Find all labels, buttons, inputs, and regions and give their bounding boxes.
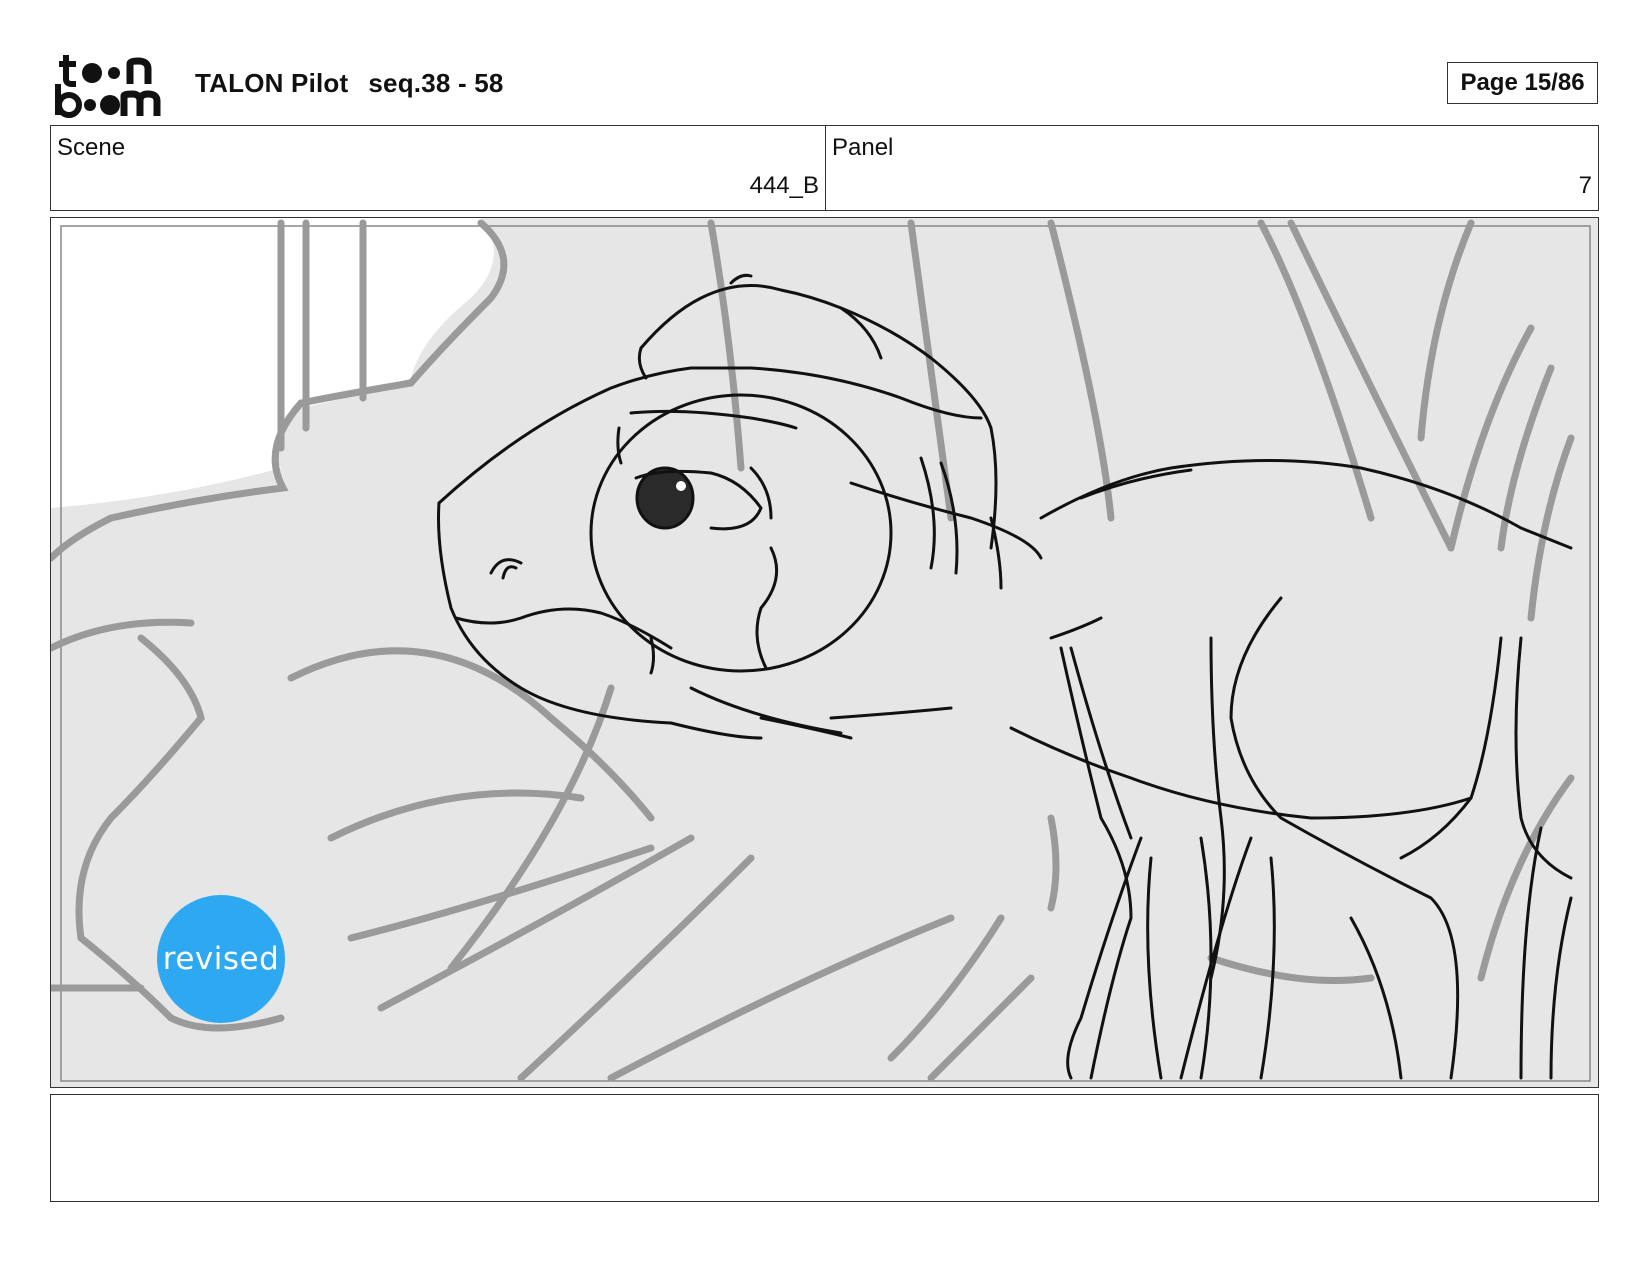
scene-value: 444_B (749, 172, 819, 199)
panel-cell: Panel 7 (826, 126, 1598, 210)
storyboard-title: TALON Pilot seq.38 - 58 (195, 68, 504, 99)
revised-badge: revised (157, 895, 285, 1023)
revised-badge-label: revised (162, 941, 280, 977)
page-counter-text: Page 15/86 (1460, 69, 1585, 96)
toon-boom-logo (52, 52, 170, 118)
panel-value: 7 (1578, 172, 1592, 199)
panel-notes-box (50, 1094, 1599, 1202)
scene-panel-info: Scene 444_B Panel 7 (50, 125, 1599, 211)
scene-label: Scene (57, 134, 126, 161)
scene-cell: Scene 444_B (51, 126, 826, 210)
page-counter: Page 15/86 (1447, 62, 1598, 104)
panel-label: Panel (832, 134, 894, 161)
sequence-range: seq.38 - 58 (368, 68, 504, 98)
project-name: TALON Pilot (195, 68, 349, 98)
